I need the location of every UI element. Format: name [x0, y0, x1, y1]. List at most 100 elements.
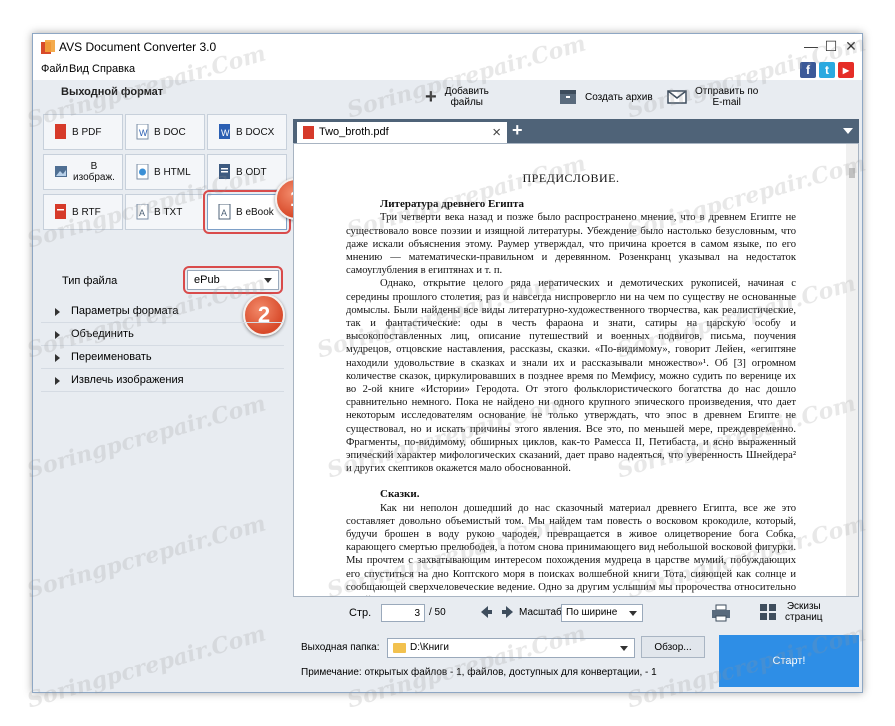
- paragraph: Однако, открытие целого ряда иератически…: [346, 278, 796, 475]
- thumbnails-label[interactable]: Эскизы страниц: [785, 601, 823, 623]
- title-bar: AVS Document Converter 3.0 — ☐ ✕: [33, 34, 862, 60]
- close-button[interactable]: ✕: [842, 37, 860, 55]
- add-tab-icon[interactable]: +: [512, 120, 523, 141]
- paragraph: Три четверти века назад и позже было рас…: [346, 212, 796, 277]
- start-button[interactable]: Старт!: [719, 635, 859, 687]
- close-tab-icon[interactable]: ×: [492, 124, 501, 141]
- paragraph: Как ни неполон дошедший до нас сказочный…: [346, 502, 796, 596]
- format-txt-label: В TXT: [154, 206, 183, 218]
- zoom-select[interactable]: По ширине: [561, 604, 643, 622]
- printer-icon[interactable]: [711, 604, 731, 622]
- section-label: Переименовать: [71, 351, 152, 363]
- txt-icon: A: [136, 203, 150, 220]
- youtube-icon[interactable]: ▶: [838, 62, 854, 78]
- svg-text:A: A: [139, 208, 145, 218]
- image-icon: [54, 164, 68, 180]
- output-folder-value: D:\Книги: [410, 642, 449, 653]
- section-title: Литература древнего Египта: [380, 198, 525, 211]
- folder-icon: [393, 643, 406, 653]
- zoom-label: Масштаб: [519, 607, 562, 618]
- app-icon: [41, 40, 55, 54]
- vertical-scrollbar[interactable]: [846, 144, 858, 596]
- menu-file[interactable]: Файл: [41, 63, 68, 75]
- section-label: Извлечь изображения: [71, 374, 184, 386]
- output-folder-select[interactable]: D:\Книги: [387, 638, 635, 658]
- create-archive-label: Создать архив: [585, 91, 653, 103]
- html-icon: [136, 163, 150, 180]
- format-odt-button[interactable]: В ODT: [207, 154, 287, 190]
- menu-bar: Файл Вид Справка f t ▶: [33, 60, 862, 80]
- document-heading: ПРЕДИСЛОВИЕ.: [522, 171, 620, 185]
- expand-icon: [55, 331, 60, 339]
- output-format-panel: Выходной формат В PDF W В DOC W В DOCX В…: [37, 80, 317, 690]
- archive-icon: [560, 90, 576, 104]
- minimize-button[interactable]: —: [802, 37, 820, 55]
- file-type-highlight-ring: [183, 266, 283, 294]
- format-html-label: В HTML: [154, 166, 191, 178]
- twitter-icon[interactable]: t: [819, 62, 835, 78]
- page-current: 3: [414, 608, 420, 619]
- next-page-icon[interactable]: [501, 605, 515, 619]
- section-merge[interactable]: Объединить: [41, 323, 284, 346]
- format-image-button[interactable]: В изображ.: [43, 154, 123, 190]
- add-files-label: Добавить файлы: [444, 86, 489, 108]
- output-folder-label: Выходная папка:: [301, 642, 380, 653]
- prev-page-icon[interactable]: [479, 605, 493, 619]
- window-title: AVS Document Converter 3.0: [59, 40, 217, 54]
- format-doc-label: В DOC: [154, 126, 186, 138]
- expand-icon: [55, 377, 60, 385]
- section-extract-images[interactable]: Извлечь изображения: [41, 369, 284, 392]
- format-txt-button[interactable]: A В TXT: [125, 194, 205, 230]
- section-label: Объединить: [71, 328, 134, 340]
- scroll-thumb[interactable]: [849, 168, 855, 178]
- thumbnails-icon[interactable]: [759, 603, 777, 621]
- file-type-label: Тип файла: [62, 275, 118, 287]
- maximize-button[interactable]: ☐: [822, 37, 840, 55]
- chevron-down-icon: [629, 611, 637, 616]
- format-html-button[interactable]: В HTML: [125, 154, 205, 190]
- page-total: / 50: [429, 607, 446, 618]
- app-window: AVS Document Converter 3.0 — ☐ ✕ Файл Ви…: [24, 30, 869, 713]
- create-archive-button[interactable]: Создать архив: [559, 80, 653, 114]
- menu-view[interactable]: Вид: [69, 63, 89, 75]
- expand-icon: [55, 354, 60, 362]
- section-format-params[interactable]: Параметры формата: [41, 300, 284, 323]
- browse-button[interactable]: Обзор...: [641, 636, 705, 658]
- chevron-down-icon: [620, 646, 628, 651]
- envelope-icon: [667, 90, 687, 104]
- format-rtf-label: В RTF: [72, 206, 101, 218]
- format-docx-button[interactable]: W В DOCX: [207, 114, 287, 150]
- format-odt-label: В ODT: [236, 166, 267, 178]
- tab-menu-icon[interactable]: [843, 128, 853, 134]
- send-email-label: Отправить по E-mail: [695, 86, 759, 108]
- document-preview[interactable]: ПРЕДИСЛОВИЕ. Литература древнего Египта …: [293, 143, 859, 597]
- add-files-button[interactable]: + Добавить файлы: [425, 80, 489, 114]
- menu-help[interactable]: Справка: [92, 63, 135, 75]
- send-email-button[interactable]: Отправить по E-mail: [667, 80, 758, 114]
- zoom-value: По ширине: [566, 607, 618, 618]
- plus-icon: +: [425, 85, 437, 108]
- doc-icon: W: [136, 123, 150, 140]
- odt-icon: [218, 164, 232, 180]
- section-label: Параметры формата: [71, 305, 179, 317]
- document-page: ПРЕДИСЛОВИЕ. Литература древнего Египта …: [346, 144, 796, 596]
- facebook-icon[interactable]: f: [800, 62, 816, 78]
- docx-icon: W: [218, 124, 232, 140]
- section-rename[interactable]: Переименовать: [41, 346, 284, 369]
- tab-label: Two_broth.pdf: [319, 126, 389, 138]
- pdf-icon: [54, 124, 68, 140]
- page-navigation-bar: Стр. 3 / 50 Масштаб По ширине Эскизы стр…: [293, 598, 859, 628]
- format-doc-button[interactable]: W В DOC: [125, 114, 205, 150]
- section-title: Сказки.: [380, 488, 420, 501]
- format-pdf-button[interactable]: В PDF: [43, 114, 123, 150]
- document-tab-bar: Two_broth.pdf × +: [293, 119, 859, 143]
- page-label: Стр.: [349, 607, 372, 619]
- page-number-input[interactable]: 3: [381, 604, 425, 622]
- rtf-icon: [54, 204, 68, 220]
- tab-two-broth[interactable]: Two_broth.pdf ×: [297, 122, 507, 143]
- format-rtf-button[interactable]: В RTF: [43, 194, 123, 230]
- status-note: Примечание: открытых файлов - 1, файлов,…: [301, 667, 657, 678]
- expand-icon: [55, 308, 60, 316]
- output-panel: Выходная папка: D:\Книги Обзор... Старт!…: [291, 631, 862, 691]
- svg-text:W: W: [139, 128, 148, 138]
